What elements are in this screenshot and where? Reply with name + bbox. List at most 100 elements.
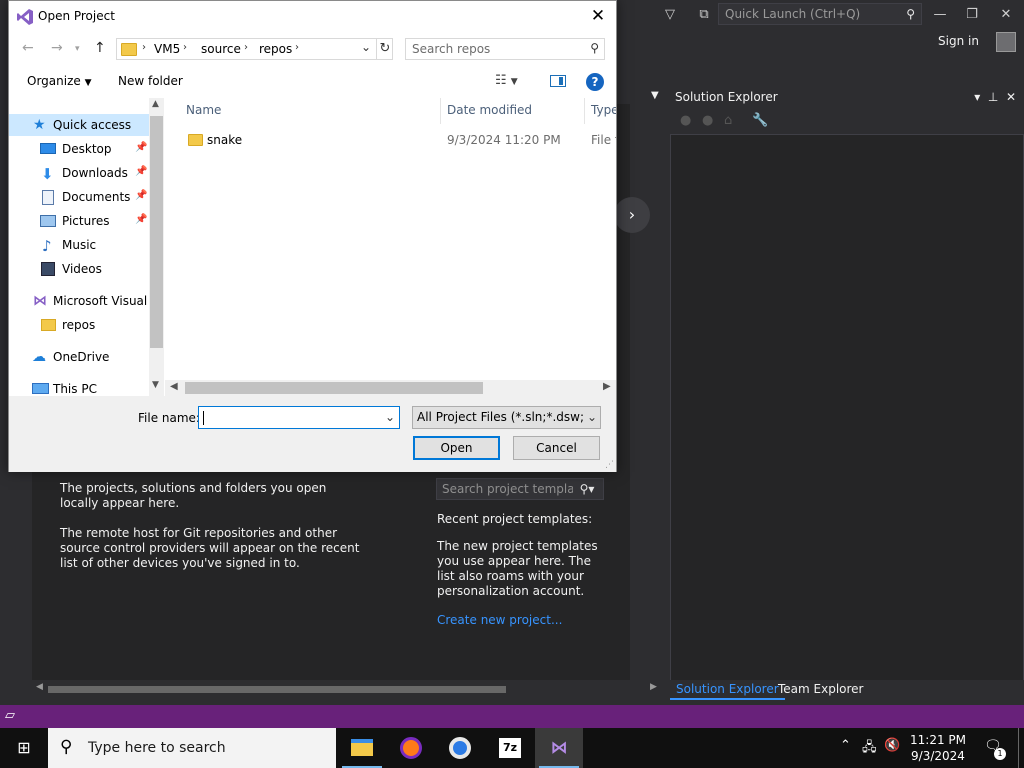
nav-item-downloads[interactable]: ⬇ Downloads 📌 xyxy=(9,162,149,184)
address-bar[interactable]: › VM5 › source › repos › ⌄ ↻ xyxy=(116,38,393,60)
back-arrow-icon[interactable]: ← xyxy=(22,40,34,56)
scroll-thumb[interactable] xyxy=(48,686,506,693)
tab-solution-explorer[interactable]: Solution Explorer xyxy=(670,680,785,700)
chevron-down-icon[interactable]: ⌄ xyxy=(385,410,395,424)
file-list: ⌃ Name Date modified Type snake 9/3/2024… xyxy=(165,98,616,396)
folder-icon xyxy=(188,134,203,146)
nav-item-repos[interactable]: repos xyxy=(9,314,149,336)
scroll-left-icon[interactable]: ◀ xyxy=(170,381,178,392)
chevron-down-icon[interactable]: ⌄ xyxy=(361,40,371,54)
notification-icon[interactable]: ▱ xyxy=(5,708,15,723)
up-arrow-icon[interactable]: ↑ xyxy=(94,40,106,56)
column-header-date[interactable]: Date modified xyxy=(447,103,532,117)
taskbar-search[interactable]: ⚲ Type here to search xyxy=(48,728,336,768)
clock[interactable]: 11:21 PM 9/3/2024 xyxy=(908,732,968,764)
create-new-project-link[interactable]: Create new project... xyxy=(437,613,562,627)
file-row[interactable]: snake 9/3/2024 11:20 PM File fo xyxy=(165,129,616,151)
show-desktop-button[interactable] xyxy=(1018,728,1019,768)
refresh-icon[interactable]: ↻ xyxy=(376,39,393,59)
nav-item-this-pc[interactable]: This PC xyxy=(9,378,149,396)
chromium-icon[interactable] xyxy=(436,728,484,768)
nav-item-videos[interactable]: Videos xyxy=(9,258,149,280)
chevron-right-icon[interactable]: › xyxy=(614,197,650,233)
scroll-down-icon[interactable]: ▼ xyxy=(152,380,159,390)
scroll-thumb[interactable] xyxy=(185,382,483,394)
column-header-name[interactable]: Name xyxy=(186,103,221,117)
volume-muted-icon[interactable]: 🔇 xyxy=(884,738,900,753)
preview-pane-icon[interactable] xyxy=(550,75,566,87)
back-icon[interactable]: ● xyxy=(680,113,691,128)
open-button[interactable]: Open xyxy=(413,436,500,460)
clock-time: 11:21 PM xyxy=(910,733,966,747)
forward-arrow-icon[interactable]: → xyxy=(51,40,63,56)
pin-icon[interactable]: 📌 xyxy=(135,142,147,153)
organize-button[interactable]: Organize ▼ xyxy=(27,74,92,88)
column-header-type[interactable]: Type xyxy=(591,103,616,117)
dropdown-arrow-icon[interactable]: ▼ xyxy=(651,90,659,101)
nav-item-documents[interactable]: Documents 📌 xyxy=(9,186,149,208)
7zip-icon[interactable]: 7z xyxy=(486,728,534,768)
cancel-button[interactable]: Cancel xyxy=(513,436,600,460)
visual-studio-icon[interactable]: ⋈ xyxy=(535,728,583,768)
pin-icon[interactable]: 📌 xyxy=(135,214,147,225)
sign-in-link[interactable]: Sign in xyxy=(938,34,979,48)
account-avatar[interactable] xyxy=(996,32,1016,52)
file-name-combo[interactable]: ⌄ xyxy=(198,406,400,429)
pin-icon[interactable]: 📌 xyxy=(135,190,147,201)
nav-item-quick-access[interactable]: ★ Quick access xyxy=(9,114,149,136)
scroll-thumb[interactable] xyxy=(150,116,163,348)
system-tray: ⌃ 🖧 🔇 11:21 PM 9/3/2024 🗨 1 xyxy=(836,728,1024,768)
nav-item-pictures[interactable]: Pictures 📌 xyxy=(9,210,149,232)
close-icon[interactable]: ✕ xyxy=(992,0,1020,30)
breadcrumb-repos[interactable]: repos xyxy=(259,42,292,56)
help-icon[interactable]: ? xyxy=(586,73,604,91)
breadcrumb-vm5[interactable]: VM5 xyxy=(154,42,180,56)
windows-start-icon[interactable]: ⊞ xyxy=(0,728,48,768)
search-input[interactable] xyxy=(407,40,577,58)
quick-launch-box[interactable]: Quick Launch (Ctrl+Q) ⚲ xyxy=(718,3,922,25)
scroll-up-icon[interactable]: ▲ xyxy=(152,99,159,109)
cloud-icon: ☁ xyxy=(32,349,46,365)
chevron-up-icon[interactable]: ⌃ xyxy=(840,738,851,753)
filter-icon[interactable]: ▽ xyxy=(656,0,684,30)
restore-icon[interactable]: ❐ xyxy=(958,0,986,30)
view-options-icon[interactable]: ☷ ▼ xyxy=(495,73,518,88)
scroll-right-icon[interactable]: ▶ xyxy=(650,682,657,692)
wrench-icon[interactable]: 🔧 xyxy=(752,113,768,128)
minimize-icon[interactable]: — xyxy=(926,0,954,30)
picture-icon xyxy=(40,215,56,227)
organize-label: Organize xyxy=(27,74,81,88)
pin-icon[interactable]: 📌 xyxy=(135,166,147,177)
horizontal-scrollbar[interactable]: ◀ ▶ xyxy=(32,681,662,697)
search-icon[interactable]: ⚲▾ xyxy=(573,479,601,499)
nav-item-visual-studio[interactable]: ⋈ Microsoft Visual S xyxy=(9,290,159,312)
nav-item-music[interactable]: ♪ Music xyxy=(9,234,149,256)
file-name-input[interactable] xyxy=(201,409,381,426)
search-templates-input[interactable]: Search project templates ⚲▾ xyxy=(436,478,604,500)
tab-team-explorer[interactable]: Team Explorer xyxy=(772,680,870,698)
firefox-icon[interactable] xyxy=(387,728,435,768)
open-project-dialog: Open Project ✕ ← → ▾ ↑ › VM5 › source › … xyxy=(8,0,617,472)
breadcrumb-source[interactable]: source xyxy=(201,42,241,56)
nav-item-desktop[interactable]: Desktop 📌 xyxy=(9,138,149,160)
solution-explorer-title: Solution Explorer xyxy=(675,90,778,104)
recent-locations-icon[interactable]: ▾ xyxy=(75,44,80,54)
network-icon[interactable]: 🖧 xyxy=(862,738,877,760)
file-type-filter-value: All Project Files (*.sln;*.dsw;*.vc xyxy=(417,410,601,424)
scroll-left-icon[interactable]: ◀ xyxy=(36,682,43,692)
panel-controls[interactable]: ▾ ⊥ ✕ xyxy=(974,86,1016,108)
vertical-scrollbar[interactable]: ▲ ▼ xyxy=(149,98,164,396)
file-type-filter[interactable]: All Project Files (*.sln;*.dsw;*.vc ⌄ xyxy=(412,406,601,429)
nav-item-onedrive[interactable]: ☁ OneDrive xyxy=(9,346,149,368)
new-folder-button[interactable]: New folder xyxy=(118,74,183,88)
home-icon[interactable]: ⌂ xyxy=(724,113,732,128)
close-icon[interactable]: ✕ xyxy=(586,5,610,27)
resize-grip-icon[interactable]: ⋰ xyxy=(605,460,614,470)
file-explorer-icon[interactable] xyxy=(338,728,386,768)
horizontal-scrollbar[interactable]: ◀ ▶ xyxy=(165,380,616,396)
forward-icon[interactable]: ● xyxy=(702,113,713,128)
scroll-right-icon[interactable]: ▶ xyxy=(603,381,611,392)
quick-launch-text: Quick Launch (Ctrl+Q) xyxy=(725,7,861,21)
search-box[interactable]: ⚲ xyxy=(405,38,605,60)
feedback-icon[interactable]: ⧉ xyxy=(690,0,718,30)
